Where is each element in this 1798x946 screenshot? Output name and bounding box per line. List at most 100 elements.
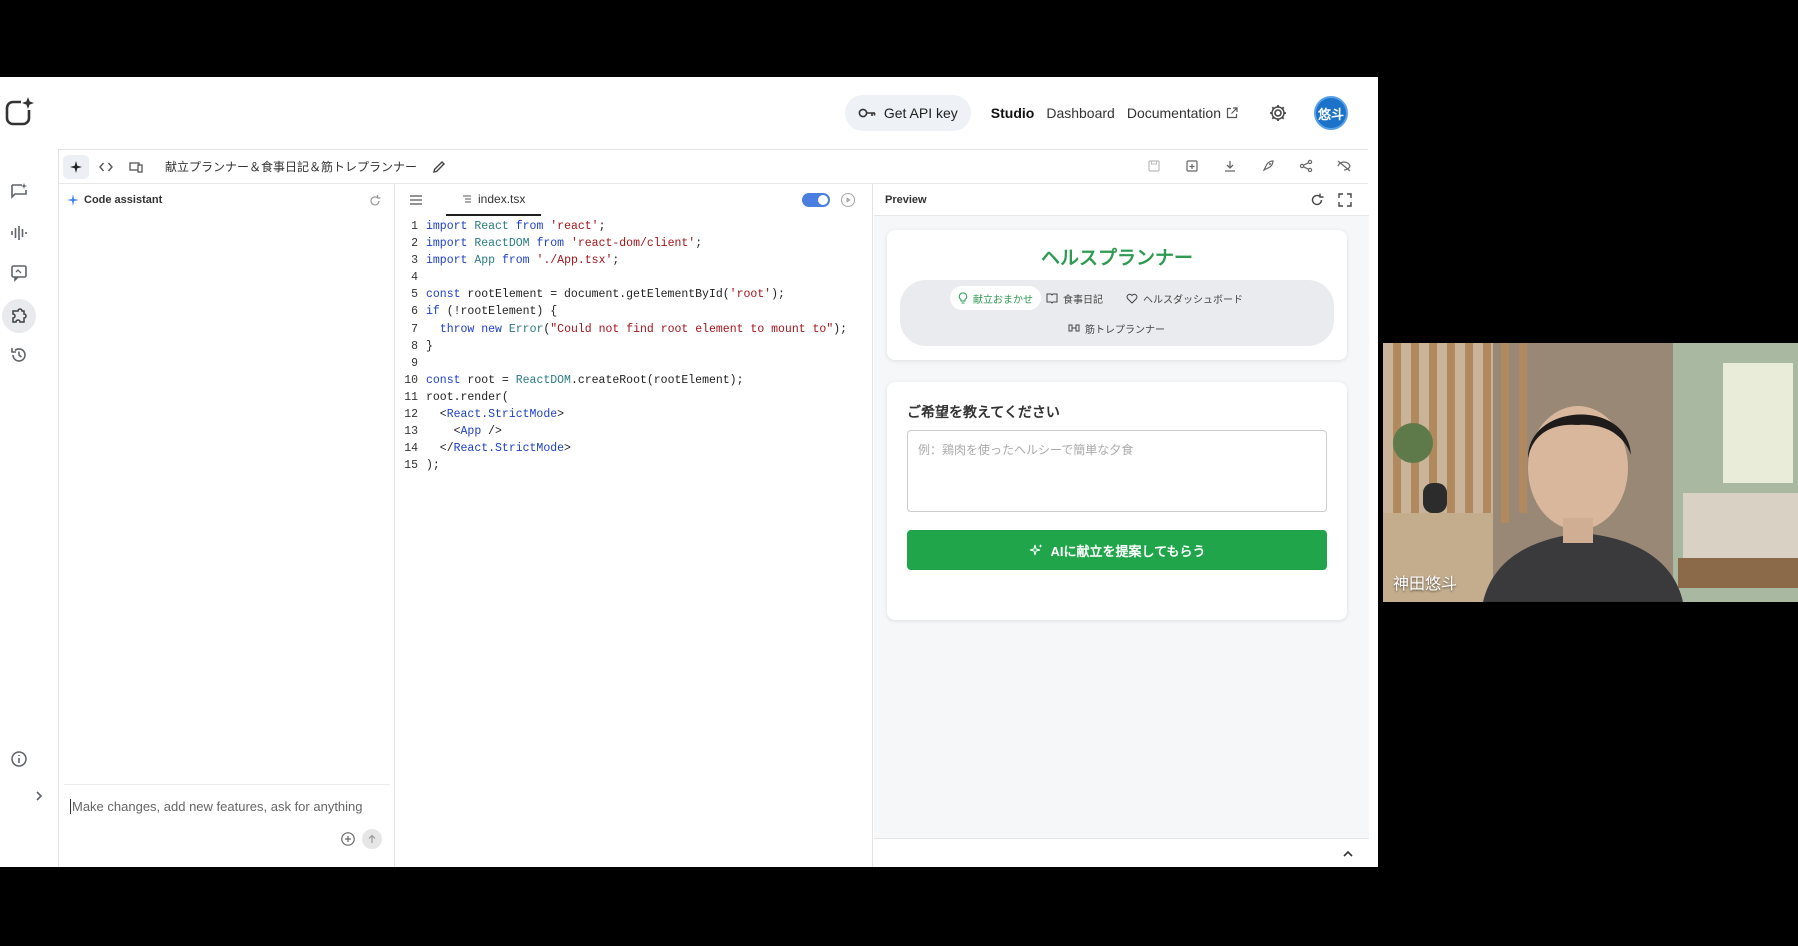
code-line: 7 throw new Error("Could not find root e… [411,322,848,336]
settings-gear-icon[interactable] [1268,103,1288,123]
code-line: 5 const rootElement = document.getElement… [411,288,785,302]
assistant-title: Code assistant [84,194,163,206]
devices-icon [129,161,143,173]
project-title[interactable]: 献立プランナー＆食事日記＆筋トレプランナー [165,158,417,175]
toolbar-actions [1144,156,1354,176]
code-line: 14 </React.StrictMode> [404,442,571,456]
participant-name: 神田悠斗 [1393,576,1458,593]
file-lines-icon [463,195,471,203]
tab-index-tsx[interactable]: index.tsx [446,184,542,216]
prompt-input[interactable] [70,799,370,814]
nav-menu-suggest[interactable]: 献立おまかせ [950,286,1041,310]
media-chat-icon[interactable] [9,263,29,283]
code-line: 2 import ReactDOM from 'react-dom/client'… [411,237,703,251]
app-window: Get API key Studio Dashboard Documentati… [0,77,1378,867]
info-icon[interactable] [9,749,29,769]
request-textarea[interactable] [907,430,1327,512]
autosave-toggle[interactable] [802,193,830,207]
code-line: 13 <App /> [404,425,502,439]
code-editor: index.tsx 1 import React from 'react'; 2i… [396,184,873,867]
nav-menu-suggest-label: 献立おまかせ [973,294,1033,306]
preview-header: Preview [874,184,1369,216]
get-api-key-label: Get API key [883,105,958,121]
assistant-header: Code assistant [67,194,162,206]
code-line: 15); [404,459,440,473]
code-line: 9 [411,356,418,370]
user-avatar[interactable]: 悠斗 [1314,96,1348,130]
ai-studio-logo[interactable] [4,94,36,126]
code-line: 4 [411,271,418,285]
get-api-key-button[interactable]: Get API key [844,95,971,131]
code-line: 12 <React.StrictMode> [404,408,565,422]
chevron-up-icon[interactable] [1341,847,1355,861]
code-line: 3 import App from './App.tsx'; [411,254,620,268]
device-view-button[interactable] [123,155,149,179]
code-line: 10 const root = ReactDOM.createRoot(rootE… [404,373,744,387]
heart-icon [1126,293,1138,304]
webcam-video: 神田悠斗 [1383,343,1798,602]
preview-title: Preview [885,193,927,206]
tab-index-tsx-label: index.tsx [478,192,526,206]
nav-documentation[interactable]: Documentation [1127,105,1238,121]
code-content[interactable]: 1 import React from 'react'; 2 import Reac… [396,218,872,474]
code-brackets-icon [99,162,113,171]
history-icon[interactable] [9,345,29,365]
code-line: 8} [411,339,433,353]
project-toolbar: 献立プランナー＆食事日記＆筋トレプランナー [59,150,1368,184]
code-line: 11 root.render( [404,390,509,404]
key-icon [858,108,876,118]
chat-prompt-icon[interactable] [9,181,29,201]
editor-tab-bar: index.tsx [396,184,872,216]
workspace: 献立プランナー＆食事日記＆筋トレプランナー Code assistant Mak… [58,149,1369,867]
file-list-icon[interactable] [408,192,424,208]
dumbbell-icon [1068,324,1080,332]
lightbulb-icon [958,292,968,304]
preview-refresh-icon[interactable] [1309,192,1325,208]
suggest-menu-button[interactable]: AIに献立を提案してもらう [907,530,1327,570]
request-form-card: ご希望を教えてください AIに献立を提案してもらう [887,382,1347,620]
left-nav-rail [0,147,56,867]
assistant-view-button[interactable] [63,154,89,179]
nav-studio[interactable]: Studio [991,105,1035,121]
request-label: ご希望を教えてください [907,404,1060,420]
fullscreen-icon[interactable] [1337,192,1353,208]
audio-stream-icon[interactable] [9,223,29,243]
preview-footer [874,838,1369,867]
app-nav: 献立おまかせ 食事日記 ヘルスダッシュボード 筋トレプランナー [900,280,1334,346]
code-assistant-panel: Code assistant [59,184,395,867]
save-disabled-icon[interactable] [1144,156,1164,176]
app-title: ヘルスプランナー [1040,248,1193,269]
nav-documentation-label: Documentation [1126,105,1221,121]
code-view-button[interactable] [93,155,119,179]
nav-food-diary-label: 食事日記 [1063,294,1103,306]
nav-workout-planner[interactable]: 筋トレプランナー [1060,316,1173,340]
code-line: 6 if (!rootElement) { [411,305,558,319]
preview-panel: Preview ヘルスプランナー 献立おまかせ 食事日記 ヘルスダッシュボード … [874,184,1369,867]
deploy-rocket-icon[interactable] [1258,156,1278,176]
sparkle-icon [70,160,82,173]
expand-chevron-right-icon[interactable] [32,789,46,803]
add-circle-icon[interactable] [340,831,356,847]
book-icon [1046,293,1058,304]
code-line: 1 import React from 'react'; [411,220,606,233]
nav-health-dashboard[interactable]: ヘルスダッシュボード [1118,286,1251,310]
app-header-card: ヘルスプランナー 献立おまかせ 食事日記 ヘルスダッシュボード 筋トレプランナー [887,230,1347,360]
run-play-icon[interactable] [840,192,856,208]
edit-title-pencil-icon[interactable] [431,159,447,175]
suggest-menu-button-label: AIに献立を提案してもらう [1050,543,1206,559]
prompt-box [64,784,390,860]
external-link-icon [1226,107,1238,119]
download-icon[interactable] [1220,156,1240,176]
send-button[interactable] [362,829,382,849]
arrow-up-icon [368,834,376,843]
save-copy-icon[interactable] [1182,156,1202,176]
refresh-icon[interactable] [368,194,382,208]
nav-health-dashboard-label: ヘルスダッシュボード [1143,294,1243,306]
gemini-sparkle-icon [67,194,79,206]
share-icon[interactable] [1296,156,1316,176]
nav-food-diary[interactable]: 食事日記 [1038,286,1111,310]
header-actions: Get API key Studio Dashboard Documentati… [844,95,1348,131]
link-off-icon[interactable] [1334,156,1354,176]
build-apps-nav-item[interactable] [2,299,36,333]
nav-dashboard[interactable]: Dashboard [1046,105,1115,121]
